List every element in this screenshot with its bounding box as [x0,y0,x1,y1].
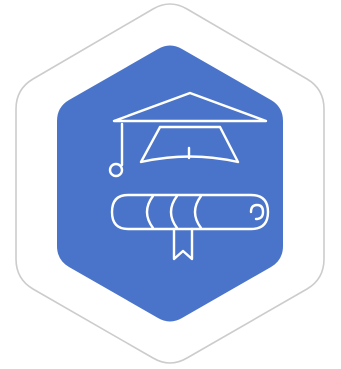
blue-hexagon [57,45,283,322]
education-badge [15,3,325,364]
